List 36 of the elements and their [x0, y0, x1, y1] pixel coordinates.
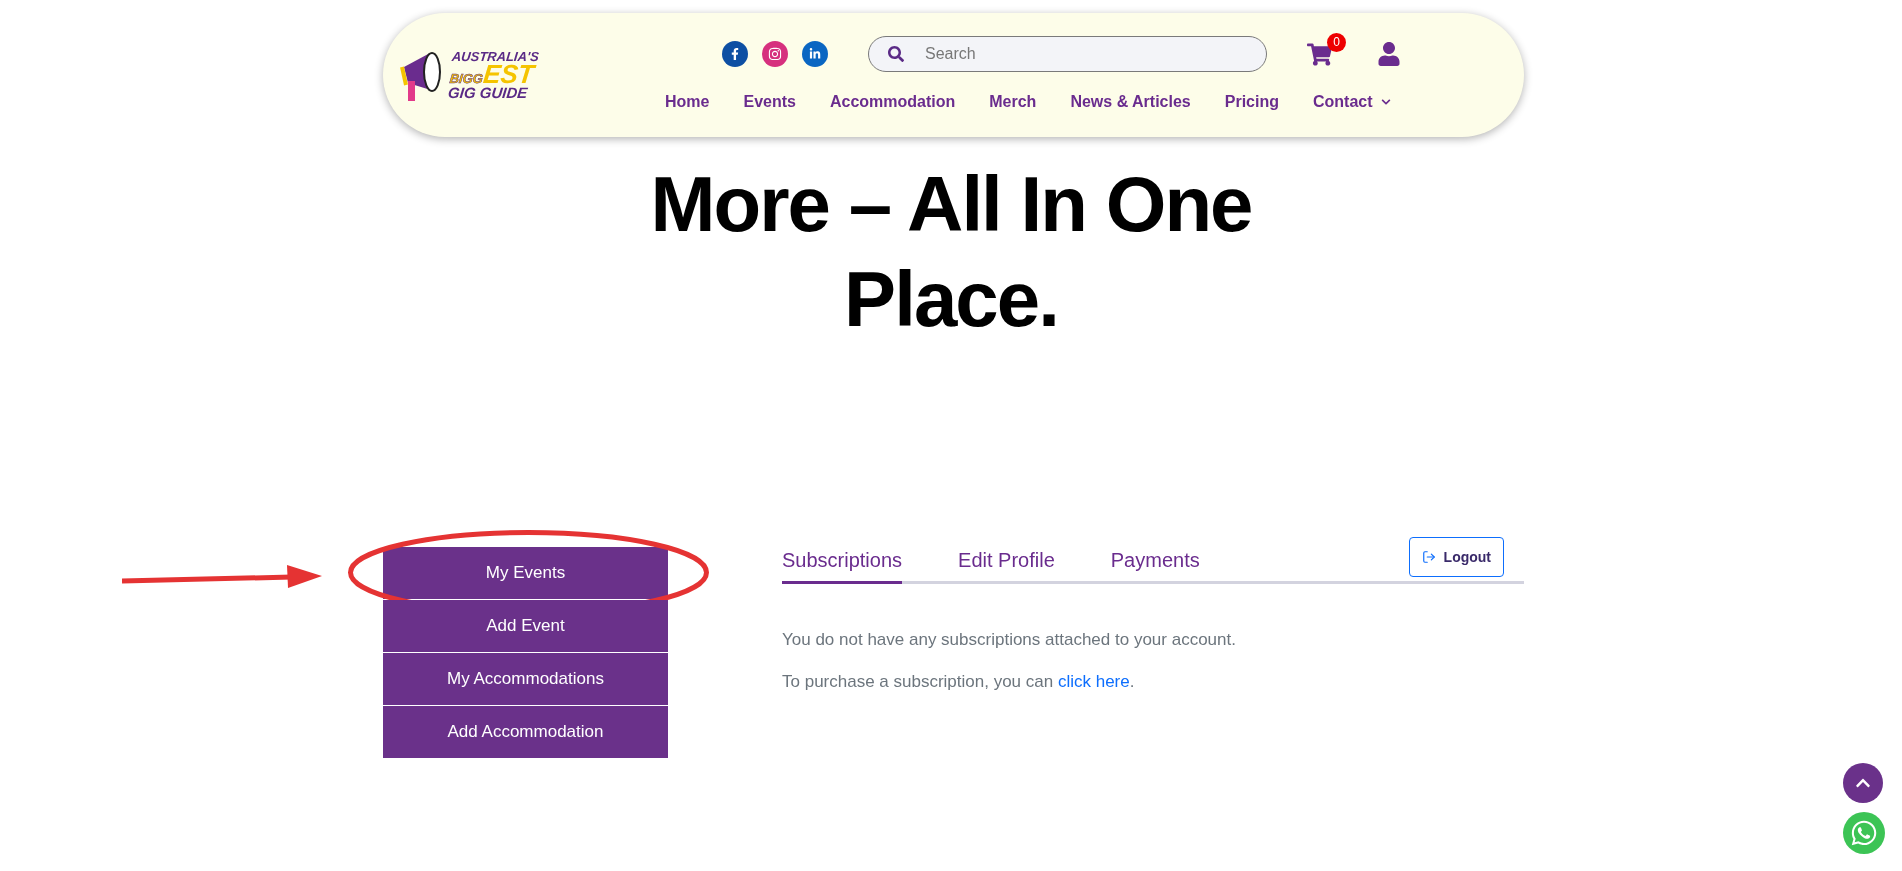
logout-icon [1421, 550, 1436, 564]
user-icon[interactable] [1377, 42, 1401, 66]
nav-link[interactable]: Home [665, 90, 710, 114]
instagram-icon[interactable] [762, 41, 788, 67]
tab[interactable]: Subscriptions [782, 545, 903, 584]
sidebar-button[interactable]: My Events [383, 547, 668, 599]
nav-link[interactable]: News & Articles [1070, 90, 1191, 114]
sidebar-button[interactable]: Add Accommodation [383, 706, 668, 758]
sidebar-button[interactable]: Add Event [383, 600, 668, 652]
hero-heading: More – All In One Place. [650, 159, 1252, 345]
purchase-link[interactable]: click here [1057, 672, 1130, 691]
search-icon [888, 46, 904, 62]
logout-button[interactable]: Logout [1408, 537, 1504, 577]
nav-link[interactable]: Accommodation [829, 90, 956, 114]
tab[interactable]: Payments [1110, 545, 1200, 584]
message-text: To purchase a subscription, you can click here. [782, 672, 1136, 692]
logo-text: AUSTRALIA'S [451, 50, 540, 63]
logo-text: GIG GUIDE [447, 85, 530, 100]
linkedin-icon[interactable] [802, 41, 828, 67]
search-field[interactable]: Search [868, 36, 1267, 72]
chevron-icon [1380, 97, 1391, 107]
nav-link[interactable]: Contact [1312, 90, 1391, 114]
nav-link[interactable]: Pricing [1224, 90, 1279, 114]
facebook-icon[interactable] [722, 41, 748, 67]
logo-text: BIGG [448, 72, 484, 85]
whatsapp-icon [1850, 819, 1878, 847]
sidebar-button[interactable]: My Accommodations [383, 653, 668, 705]
cart-count: 0 [1327, 32, 1346, 52]
cart-icon[interactable] [1307, 42, 1332, 66]
site-logo[interactable]: AUSTRALIA'S BIGGEST GIG GUIDE [400, 40, 580, 110]
logo-text: EST [482, 63, 536, 85]
message-text: You do not have any subscriptions attached to your account. [782, 630, 1237, 650]
nav-link[interactable]: Events [743, 90, 796, 114]
scroll-top-button[interactable] [1843, 763, 1883, 803]
tab[interactable]: Edit Profile [958, 545, 1055, 584]
nav-link[interactable]: Merch [989, 90, 1037, 114]
